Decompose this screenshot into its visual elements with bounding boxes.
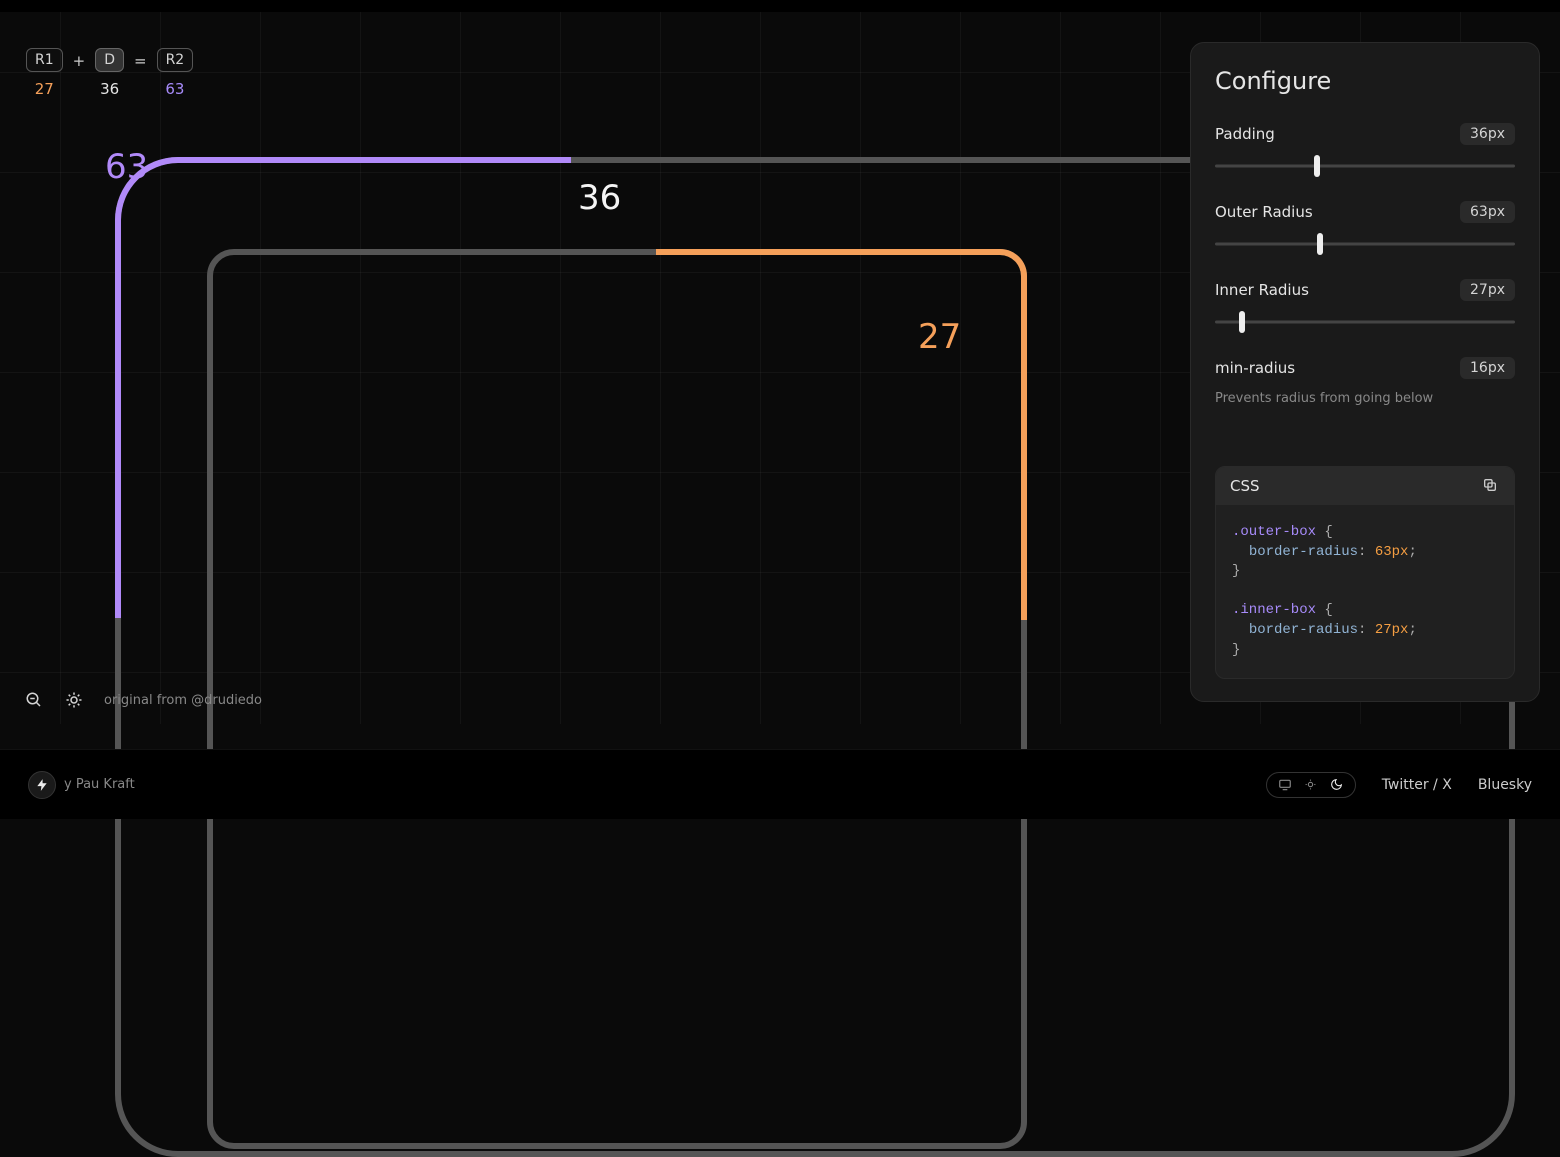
outer-radius-label: 63	[105, 147, 148, 187]
inner-radius-slider[interactable]	[1215, 313, 1515, 331]
inner-radius-slider-value: 27px	[1460, 279, 1515, 301]
theme-segmented[interactable]	[1266, 772, 1356, 798]
inner-box	[207, 249, 1027, 1149]
padding-slider-label: Padding	[1215, 125, 1275, 143]
padding-label: 36	[578, 178, 621, 218]
op-equals: =	[134, 48, 147, 70]
footer-credit: y Pau Kraft	[64, 777, 135, 792]
min-radius-label: min-radius	[1215, 359, 1295, 377]
configure-panel: Configure Padding 36px Outer Radius 63px…	[1190, 42, 1540, 702]
outer-radius-slider-value: 63px	[1460, 201, 1515, 223]
formula-bar: R1 27 + D 36 = R2 63	[26, 48, 193, 98]
canvas-credit: original from @drudiedo	[104, 693, 262, 708]
min-radius-help: Prevents radius from going below	[1215, 391, 1515, 406]
panel-title: Configure	[1215, 67, 1515, 95]
inner-radius-slider-label: Inner Radius	[1215, 281, 1309, 299]
monitor-icon[interactable]	[1277, 777, 1293, 793]
outer-radius-slider-label: Outer Radius	[1215, 203, 1313, 221]
op-plus: +	[73, 48, 86, 70]
chip-r2[interactable]: R2	[157, 48, 194, 72]
chip-d[interactable]: D	[95, 48, 124, 72]
sun-small-icon[interactable]	[1303, 777, 1319, 793]
css-code: .outer-box { border-radius: 63px; } .inn…	[1216, 505, 1514, 678]
copy-icon[interactable]	[1482, 477, 1500, 495]
bluesky-link[interactable]: Bluesky	[1478, 777, 1532, 793]
twitter-link[interactable]: Twitter / X	[1382, 777, 1452, 793]
inner-radius-label: 27	[918, 317, 961, 357]
css-heading: CSS	[1230, 477, 1260, 495]
moon-icon[interactable]	[1329, 777, 1345, 793]
bolt-icon[interactable]	[28, 771, 56, 799]
zoom-out-icon[interactable]	[24, 690, 44, 710]
min-radius-value[interactable]: 16px	[1460, 357, 1515, 379]
css-output: CSS .outer-box { border-radius: 63px; } …	[1215, 466, 1515, 679]
chip-r1[interactable]: R1	[26, 48, 63, 72]
sun-icon[interactable]	[64, 690, 84, 710]
formula-r2-value: 63	[165, 80, 184, 98]
formula-r1-value: 27	[35, 80, 54, 98]
padding-slider-value: 36px	[1460, 123, 1515, 145]
formula-d-value: 36	[100, 80, 119, 98]
outer-radius-slider[interactable]	[1215, 235, 1515, 253]
padding-slider[interactable]	[1215, 157, 1515, 175]
footer: y Pau Kraft Twitter / X Bluesky	[0, 749, 1560, 819]
